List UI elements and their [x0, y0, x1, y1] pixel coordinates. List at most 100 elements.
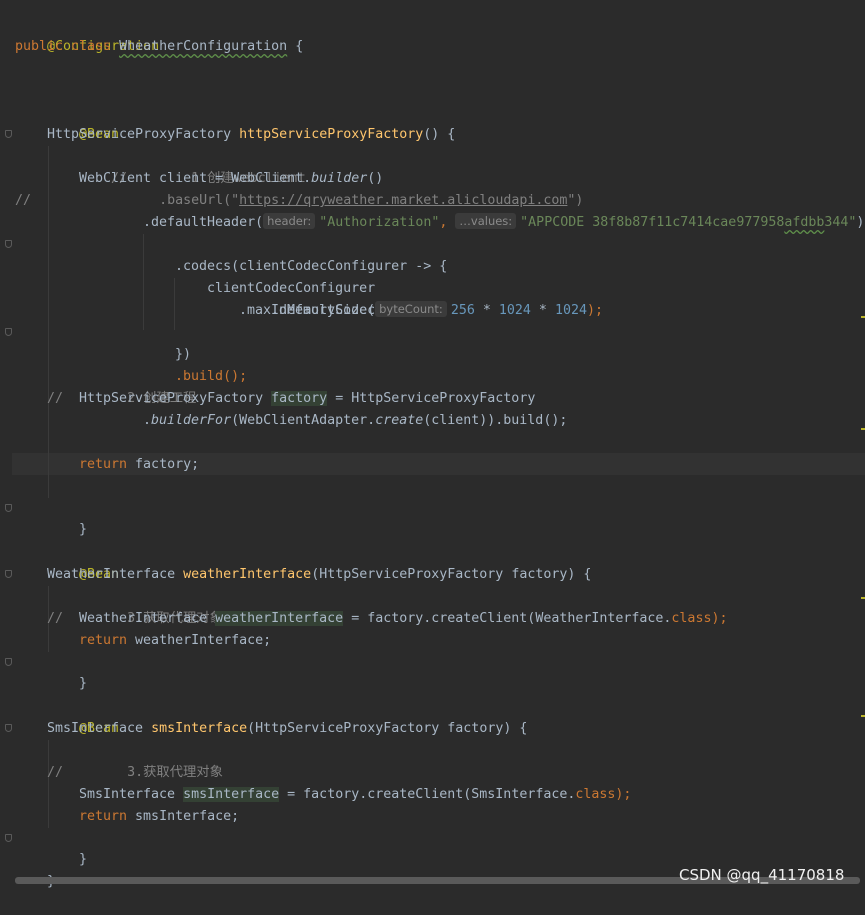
code-line: SmsInterface smsInterface = factory.crea… — [79, 784, 631, 806]
code-text: WeatherInterface — [79, 611, 216, 626]
code-line: } — [15, 849, 55, 889]
code-line: .builderFor(WebClientAdapter.create(clie… — [143, 410, 567, 432]
code-text: = factory.createClient(WeatherInterface. — [343, 611, 672, 626]
code-line: .codecs(clientCodecConfigurer -> { — [143, 234, 447, 274]
code-line: @Bean — [47, 102, 119, 142]
operator: * — [530, 303, 555, 318]
code-line: @Bean — [47, 696, 119, 736]
code-line: } — [47, 827, 87, 867]
code-line: HttpServiceProxyFactory httpServiceProxy… — [47, 124, 455, 146]
code-text: factory; — [135, 457, 200, 472]
string-literal: 344" — [824, 215, 857, 230]
code-text: WebClient client = WebClient. — [79, 171, 312, 186]
highlighted-variable: factory — [271, 391, 328, 406]
code-line: WeatherInterface weatherInterface = fact… — [79, 608, 727, 630]
code-text: () — [367, 171, 384, 186]
code-line: }) — [143, 322, 191, 362]
error-stripe-marker[interactable] — [861, 597, 865, 599]
comment: ") — [567, 193, 584, 208]
code-text: () { — [423, 127, 456, 142]
method-name: httpServiceProxyFactory — [239, 127, 424, 142]
code-text: } — [79, 852, 88, 867]
code-text: .maxInMemorySize( — [239, 303, 376, 318]
code-line: clientCodecConfigurer — [175, 256, 375, 296]
code-text: = factory.createClient(SmsInterface. — [279, 787, 576, 802]
return-type: WeatherInterface — [47, 567, 184, 582]
fold-marker-icon[interactable] — [5, 570, 12, 578]
watermark: CSDN @qq_41170818 — [679, 866, 845, 884]
fold-marker-icon[interactable] — [5, 130, 12, 138]
code-line: // .baseUrl("https://qryweather.market.a… — [15, 190, 583, 212]
keyword: class — [575, 787, 616, 802]
static-method: create — [375, 413, 424, 428]
code-line: // 1.创建webclient — [79, 146, 306, 186]
fold-marker-icon[interactable] — [5, 834, 12, 842]
code-line: // 3.获取代理对象 — [15, 586, 223, 626]
code-line: @Configuration — [15, 14, 159, 54]
code-line: @Bean — [47, 542, 119, 582]
code-text: { — [287, 39, 304, 54]
code-line: .maxInMemorySize(byteCount: 256 * 1024 * … — [239, 300, 603, 322]
parameter-hint: byteCount: — [375, 301, 447, 317]
operator: * — [474, 303, 499, 318]
error-stripe-marker[interactable] — [861, 715, 865, 717]
code-line: WeatherInterface weatherInterface(HttpSe… — [47, 564, 591, 586]
highlighted-variable: weatherInterface — [215, 611, 344, 626]
code-text: smsInterface; — [135, 809, 240, 824]
keyword: return — [79, 809, 136, 824]
code-line: .defaultCodecs() — [239, 278, 399, 318]
static-method: builderFor — [151, 413, 232, 428]
number-literal: 256 — [450, 303, 475, 318]
code-line: return weatherInterface; — [79, 630, 271, 652]
code-line: public class WheatherConfiguration { — [15, 36, 303, 58]
code-line: .defaultHeader(header: "Authorization", …… — [143, 212, 864, 234]
keyword: return — [79, 633, 136, 648]
return-type: SmsInterface — [47, 721, 152, 736]
method-name: weatherInterface — [183, 567, 312, 582]
separator: , — [439, 215, 456, 230]
code-text: .defaultHeader( — [143, 215, 264, 230]
string-literal-typo: afdbb — [784, 215, 825, 230]
code-line: SmsInterface smsInterface(HttpServicePro… — [47, 718, 527, 740]
code-text: HttpServiceProxyFactory — [79, 391, 272, 406]
code-editor[interactable]: @Configuration public class WheatherConf… — [0, 0, 865, 896]
url-link[interactable]: https://qryweather.market.alicloudapi.co… — [239, 193, 567, 208]
code-text: (WebClientAdapter. — [231, 413, 376, 428]
method-name: smsInterface — [151, 721, 248, 736]
code-text: (HttpServiceProxyFactory factory) { — [247, 721, 528, 736]
code-line: } — [47, 497, 87, 537]
comment: // .baseUrl(" — [15, 193, 240, 208]
keyword: public class — [15, 39, 120, 54]
comment: // 3.获取代理对象 — [47, 765, 223, 780]
code-line: // 3.获取代理对象 — [15, 740, 223, 780]
code-text: . — [143, 413, 152, 428]
code-text: ) — [856, 215, 865, 230]
code-text: (HttpServiceProxyFactory factory) { — [311, 567, 592, 582]
fold-marker-icon[interactable] — [5, 504, 12, 512]
code-text: ); — [615, 787, 632, 802]
code-line: WebClient client = WebClient.builder() — [79, 168, 383, 190]
code-text: } — [79, 522, 88, 537]
code-text: = HttpServiceProxyFactory — [327, 391, 536, 406]
code-line: } — [47, 651, 87, 691]
string-literal: "APPCODE 38f8b87f11c7414cae977958 — [520, 215, 785, 230]
parameter-hint: …values: — [455, 213, 517, 229]
code-line: .build(); — [143, 344, 247, 384]
parameter-hint: header: — [263, 213, 316, 229]
number-literal: 1024 — [554, 303, 587, 318]
code-line: return smsInterface; — [79, 806, 239, 828]
number-literal: 1024 — [498, 303, 531, 318]
code-text: (client)).build(); — [423, 413, 568, 428]
class-name: WheatherConfiguration — [119, 39, 288, 54]
code-text: ); — [711, 611, 728, 626]
error-stripe-marker[interactable] — [861, 316, 865, 318]
fold-marker-icon[interactable] — [5, 328, 12, 336]
error-stripe-marker[interactable] — [861, 428, 865, 430]
fold-marker-icon[interactable] — [5, 240, 12, 248]
code-line: return factory; — [79, 454, 199, 476]
fold-marker-icon[interactable] — [5, 658, 12, 666]
fold-marker-icon[interactable] — [5, 724, 12, 732]
keyword: class — [671, 611, 712, 626]
code-text: SmsInterface — [79, 787, 184, 802]
static-method: builder — [311, 171, 368, 186]
